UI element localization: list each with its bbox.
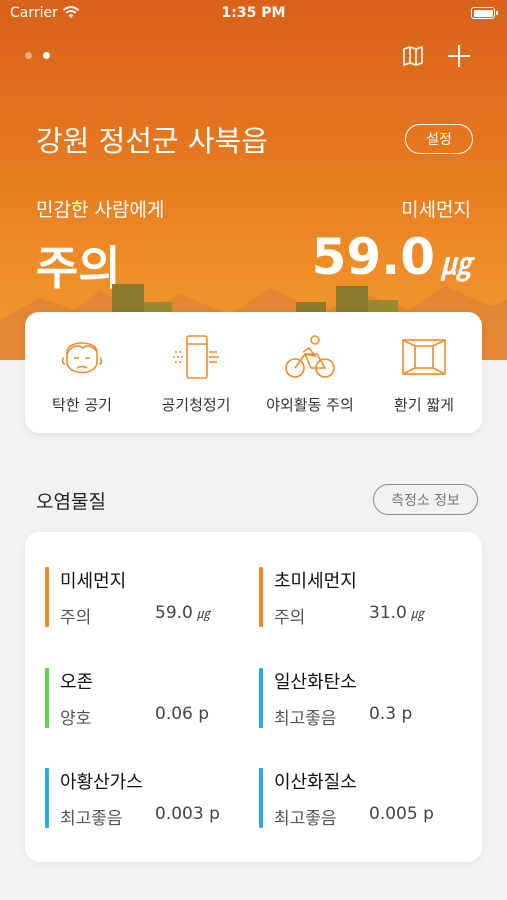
station-info-button[interactable]: 측정소 정보 [373,484,478,515]
pollutant-name: 아황산가스 [60,772,143,793]
page-dot[interactable] [25,52,32,59]
pollutants-card: 미세먼지 주의 59.0 ㎍ 초미세먼지 주의 31.0 ㎍ 오존 양호 0.06 … [25,532,482,862]
pollutant-status: 최고좋음 [60,809,123,829]
clock: 1:35 PM [221,5,286,21]
pollutant-value: 0.005 p [369,804,434,824]
hero-header: Carrier 1:35 PM 강원 정선군 사북읍 설정 민감한 사람에게 미… [0,0,507,360]
pollutant-name: 초미세먼지 [274,571,357,592]
pollutant-status: 주의 [274,608,306,628]
pollutant-status: 양호 [60,709,92,729]
action-label: 환기 짧게 [394,396,454,414]
action-ventilation[interactable]: 환기 짧게 [367,312,481,433]
pollutant-co[interactable]: 일산화탄소 최고좋음 0.3 p [259,666,459,729]
pollutant-status: 최고좋음 [274,709,337,729]
pollutant-value-number: 59.0 [155,603,193,623]
action-dirty-air[interactable]: 탁한 공기 [25,312,139,433]
pollutant-pm25[interactable]: 초미세먼지 주의 31.0 ㎍ [259,565,459,628]
recommendations-card: 탁한 공기 공기청정기 야외활동 주의 환기 짧게 [25,312,482,433]
battery-icon [471,7,498,19]
pollutant-ozone[interactable]: 오존 양호 0.06 p [45,666,245,729]
pollutant-color-bar [259,567,263,627]
pollutant-value: 0.3 p [369,704,413,724]
metric-name: 미세먼지 [401,199,471,221]
pollutant-so2[interactable]: 아황산가스 최고좋음 0.003 p [45,766,245,829]
pollutant-status: 최고좋음 [274,809,337,829]
pollutant-color-bar [45,567,49,627]
pollutant-pm10[interactable]: 미세먼지 주의 59.0 ㎍ [45,565,245,628]
pollutant-name: 일산화탄소 [274,672,357,693]
pollutant-color-bar [259,668,263,728]
pollutant-value-number: 31.0 [369,603,407,623]
pollutant-name: 이산화질소 [274,772,357,793]
pollutant-unit: ㎍ [410,607,424,622]
action-air-purifier[interactable]: 공기청정기 [139,312,253,433]
pollutant-name: 오존 [60,672,94,693]
air-purifier-icon [173,335,219,379]
status-bar: Carrier 1:35 PM [0,0,507,28]
pollutant-status: 주의 [60,608,92,628]
action-label: 야외활동 주의 [266,396,354,414]
page-dot-active[interactable] [43,52,50,59]
action-outdoor-activity[interactable]: 야외활동 주의 [253,312,367,433]
sensitive-group-label: 민감한 사람에게 [36,199,165,221]
pollutant-color-bar [259,768,263,828]
location-title: 강원 정선군 사북읍 [36,124,268,158]
map-icon[interactable] [402,45,424,67]
settings-button[interactable]: 설정 [405,124,473,154]
face-icon [61,342,103,374]
pollutant-value: 31.0 ㎍ [369,603,424,623]
action-label: 탁한 공기 [52,396,112,414]
pollutant-name: 미세먼지 [60,571,127,592]
pollutant-value: 59.0 ㎍ [155,603,210,623]
pollutants-title: 오염물질 [36,491,106,513]
action-label: 공기청정기 [161,396,231,414]
window-icon [402,339,446,375]
pollutant-no2[interactable]: 이산화질소 최고좋음 0.005 p [259,766,459,829]
pollutant-color-bar [45,668,49,728]
pollutant-value: 0.06 p [155,704,210,724]
add-location-icon[interactable] [446,43,472,69]
pollutant-unit: ㎍ [196,607,210,622]
pollutant-color-bar [45,768,49,828]
pollutant-value: 0.003 p [155,804,220,824]
cyclist-icon [285,335,335,378]
